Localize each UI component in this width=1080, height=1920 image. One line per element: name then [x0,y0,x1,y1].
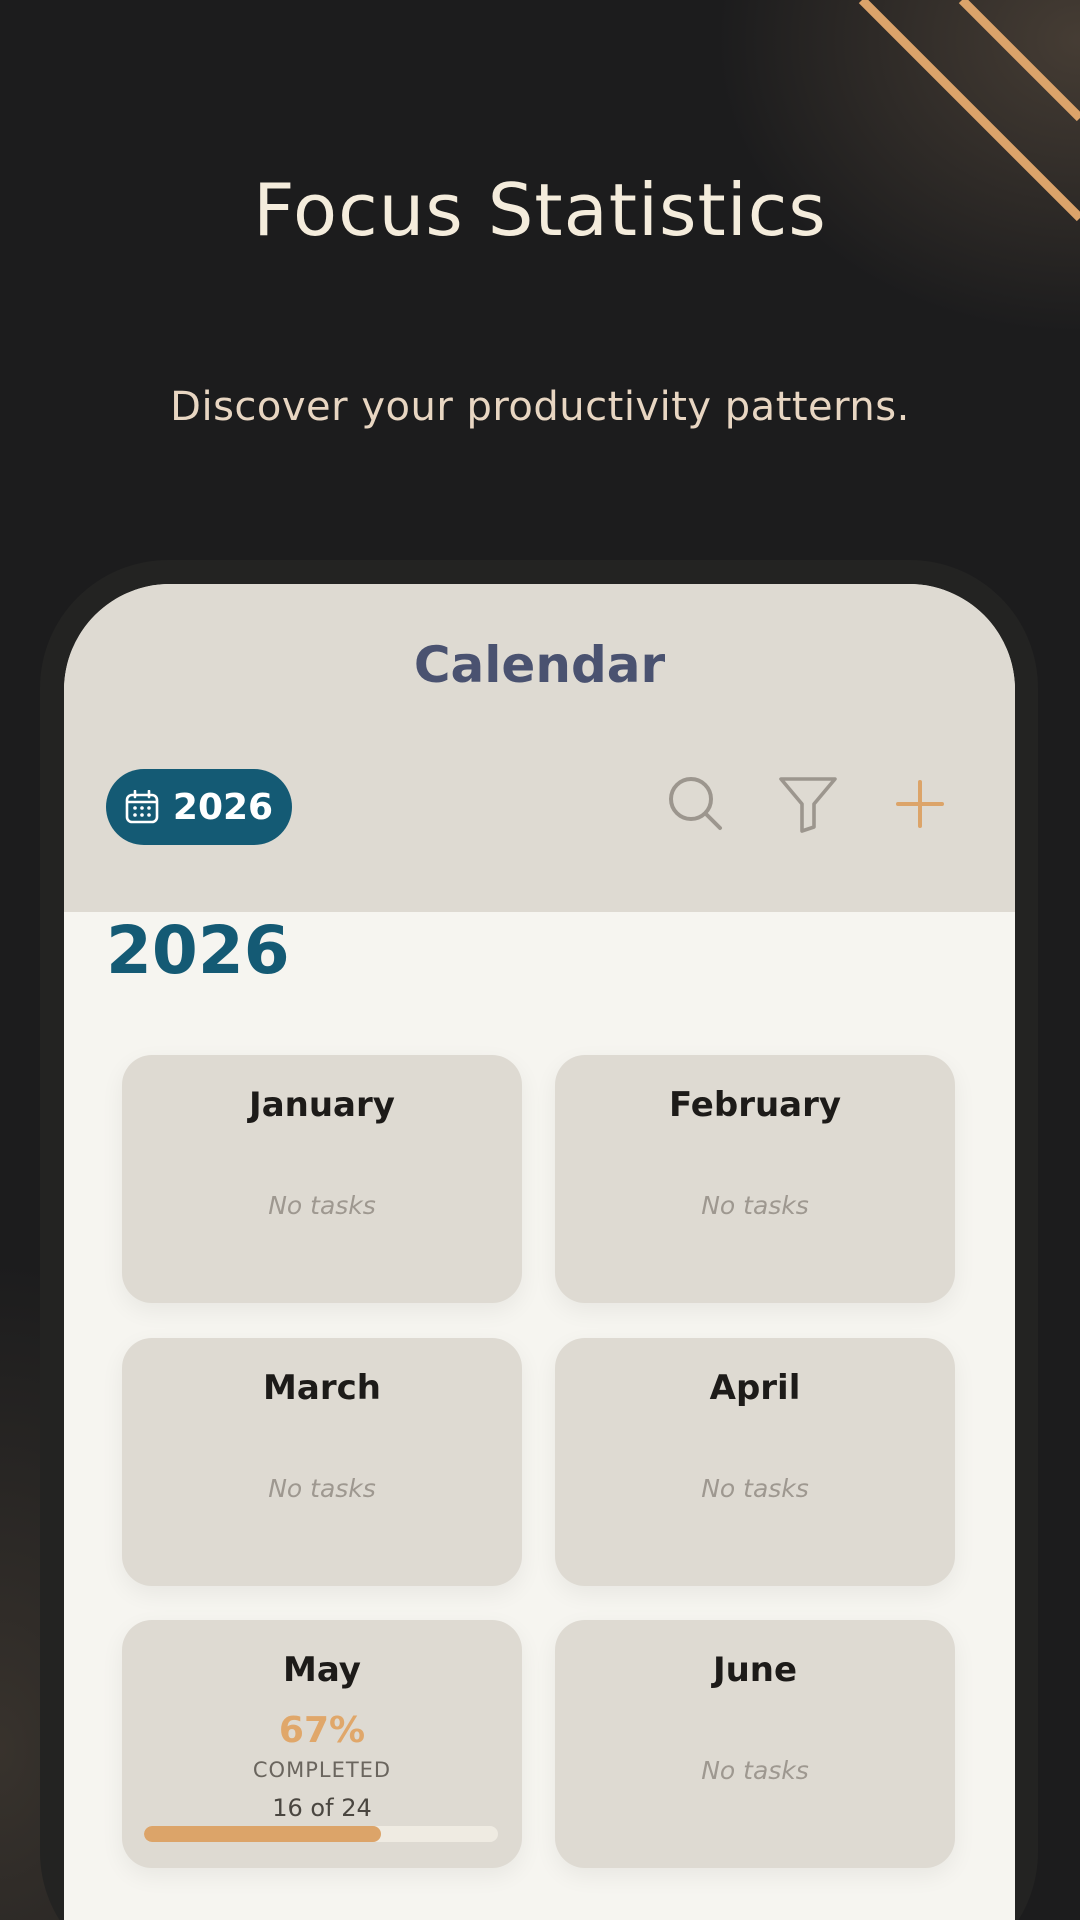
month-empty-label: No tasks [701,1756,809,1785]
month-card-march[interactable]: March No tasks [122,1338,522,1586]
app-title: Calendar [413,636,666,694]
month-empty-label: No tasks [268,1191,376,1220]
year-heading: 2026 [106,912,290,989]
calendar-content: 2026 January No tasks February No tasks … [64,912,1015,1920]
hero-subtitle: Discover your productivity patterns. [170,384,910,430]
month-name: February [668,1085,842,1125]
month-card-june[interactable]: June No tasks [555,1620,955,1868]
add-button[interactable] [880,764,960,844]
progress-fill [144,1826,382,1842]
month-empty-label: No tasks [701,1474,809,1503]
hero-title: Focus Statistics [253,168,827,252]
month-card-february[interactable]: February No tasks [555,1055,955,1303]
search-icon [669,777,722,830]
task-count: 16 of 24 [272,1794,372,1822]
month-card-april[interactable]: April No tasks [555,1338,955,1586]
phone-screen: Calendar 2026 2026 January No tasks Febr… [64,584,1015,1920]
calendar-icon [125,790,159,824]
search-button[interactable] [656,764,736,844]
completion-status: COMPLETED [252,1758,392,1782]
completion-percent: 67% [278,1710,366,1751]
month-card-january[interactable]: January No tasks [122,1055,522,1303]
filter-icon [779,777,837,833]
month-name: January [249,1085,395,1125]
month-name: May [283,1650,361,1690]
progress-bar [144,1826,498,1842]
month-card-may[interactable]: May 67% COMPLETED 16 of 24 [122,1620,522,1868]
month-name: June [712,1650,798,1690]
year-chip-label: 2026 [172,786,274,828]
app-header: Calendar 2026 [64,584,1015,912]
month-name: March [263,1368,381,1408]
month-empty-label: No tasks [268,1474,376,1503]
plus-icon [896,780,944,828]
month-name: April [709,1368,801,1408]
month-empty-label: No tasks [701,1191,809,1220]
year-selector-button[interactable]: 2026 [106,769,292,845]
filter-button[interactable] [768,764,848,844]
